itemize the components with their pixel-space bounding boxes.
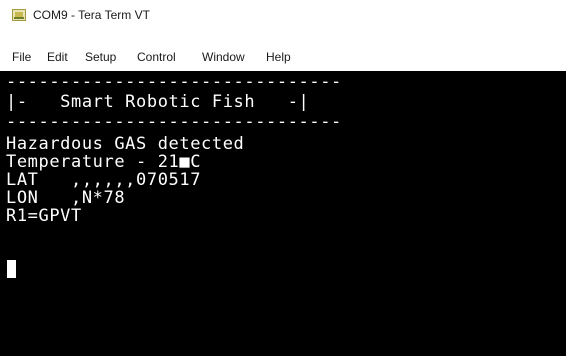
terminal-line-gas-alert: Hazardous GAS detected: [6, 134, 245, 154]
block-cursor: [7, 260, 16, 278]
title-bar: COM9 - Tera Term VT: [0, 0, 566, 30]
terminal-line-separator-top: -------------------------------: [6, 72, 342, 92]
teraterm-app-icon[interactable]: [12, 9, 26, 21]
menu-file[interactable]: File: [12, 50, 31, 64]
menu-help[interactable]: Help: [266, 50, 291, 64]
terminal-line-banner: |- Smart Robotic Fish -|: [6, 92, 310, 112]
menu-edit[interactable]: Edit: [47, 50, 68, 64]
terminal-line-longitude: LON ,N*78: [6, 188, 126, 208]
window-title: COM9 - Tera Term VT: [33, 8, 150, 22]
menu-setup[interactable]: Setup: [85, 50, 116, 64]
teraterm-window: COM9 - Tera Term VT File Edit Setup Cont…: [0, 0, 566, 356]
terminal-area[interactable]: ------------------------------- |- Smart…: [0, 71, 566, 356]
app-icon-base: [14, 17, 24, 19]
terminal-line-latitude: LAT ,,,,,,070517: [6, 170, 202, 190]
terminal-line-separator-bottom: -------------------------------: [6, 112, 342, 132]
menu-bar: File Edit Setup Control Window Help: [0, 46, 566, 68]
menu-control[interactable]: Control: [137, 50, 176, 64]
terminal-line-temperature: Temperature - 21■C: [6, 152, 202, 172]
menu-window[interactable]: Window: [202, 50, 245, 64]
terminal-line-r1: R1=GPVT: [6, 206, 82, 226]
